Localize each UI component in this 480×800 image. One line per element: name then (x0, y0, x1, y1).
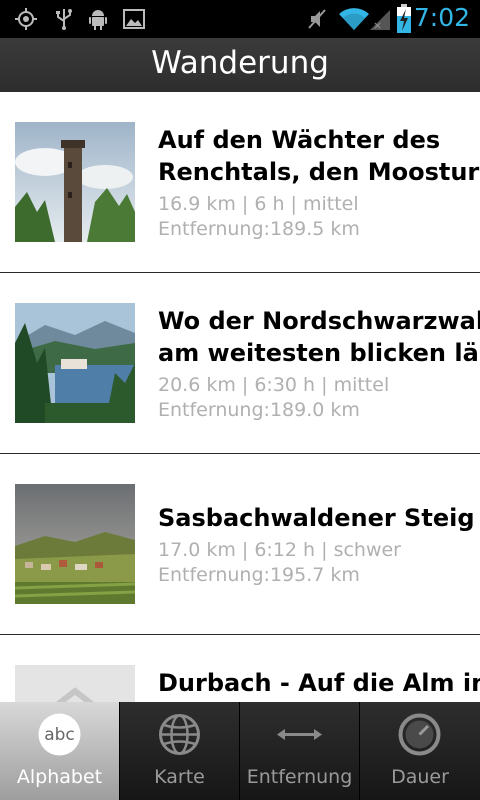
hike-distance: Entfernung:189.0 km (158, 399, 360, 421)
tab-label: Karte (154, 766, 205, 788)
tab-label: Dauer (391, 766, 449, 788)
placeholder-photo (15, 665, 135, 702)
mute-icon (308, 9, 326, 29)
signal-icon: × (370, 10, 390, 32)
wifi-icon (339, 8, 369, 31)
hike-distance: Entfernung:195.7 km (158, 564, 360, 586)
hike-title: Auf den Wächter des (158, 126, 441, 154)
hike-list[interactable]: Auf den Wächter des Renchtals, den Moost… (0, 92, 480, 702)
globe-icon (159, 714, 200, 755)
lake-forest-photo (15, 303, 135, 423)
tab-alphabet[interactable]: abc Alphabet (0, 702, 120, 800)
list-item[interactable]: Auf den Wächter des Renchtals, den Moost… (0, 92, 480, 273)
gps-icon (15, 8, 37, 30)
android-debug-icon (89, 10, 107, 30)
hike-title: Renchtals, den Moosturm (158, 158, 480, 186)
tab-label: Entfernung (246, 766, 353, 788)
hike-distance: Entfernung:189.5 km (158, 218, 360, 240)
tab-entfernung[interactable]: Entfernung (240, 702, 360, 800)
hike-title: Wo der Nordschwarzwald (158, 307, 480, 335)
hike-title: Sasbachwaldener Steig (158, 504, 475, 532)
tab-karte[interactable]: Karte (120, 702, 240, 800)
bottom-tab-bar: abc Alphabet Karte Entfernung Dauer (0, 702, 480, 800)
page-title: Wanderung (151, 45, 329, 81)
clock-icon (398, 713, 441, 756)
tower-photo (15, 122, 135, 242)
hike-stats: 17.0 km | 6:12 h | schwer (158, 539, 401, 561)
clock-time: 7:02 (413, 3, 470, 32)
hike-stats: 16.9 km | 6 h | mittel (158, 193, 359, 215)
hike-title: Durbach - Auf die Alm in (158, 669, 480, 697)
hike-stats: 20.6 km | 6:30 h | mittel (158, 374, 390, 396)
battery-charging-icon (397, 4, 411, 33)
usb-icon (56, 9, 72, 30)
tab-label: Alphabet (16, 766, 103, 788)
action-bar: Wanderung (0, 38, 480, 93)
list-item[interactable]: Sasbachwaldener Steig 17.0 km | 6:12 h |… (0, 454, 480, 635)
list-item[interactable]: Durbach - Auf die Alm in (0, 635, 480, 702)
status-bar: × 7:02 (0, 0, 480, 38)
list-item[interactable]: Wo der Nordschwarzwald am weitesten blic… (0, 273, 480, 454)
svg-text:abc: abc (44, 725, 75, 745)
gallery-icon (123, 9, 145, 29)
tab-dauer[interactable]: Dauer (360, 702, 480, 800)
hike-title: am weitesten blicken lässt (158, 339, 480, 367)
svg-text:×: × (373, 19, 382, 32)
abc-icon: abc (38, 713, 81, 756)
village-hills-photo (15, 484, 135, 604)
double-arrow-icon (277, 729, 322, 740)
